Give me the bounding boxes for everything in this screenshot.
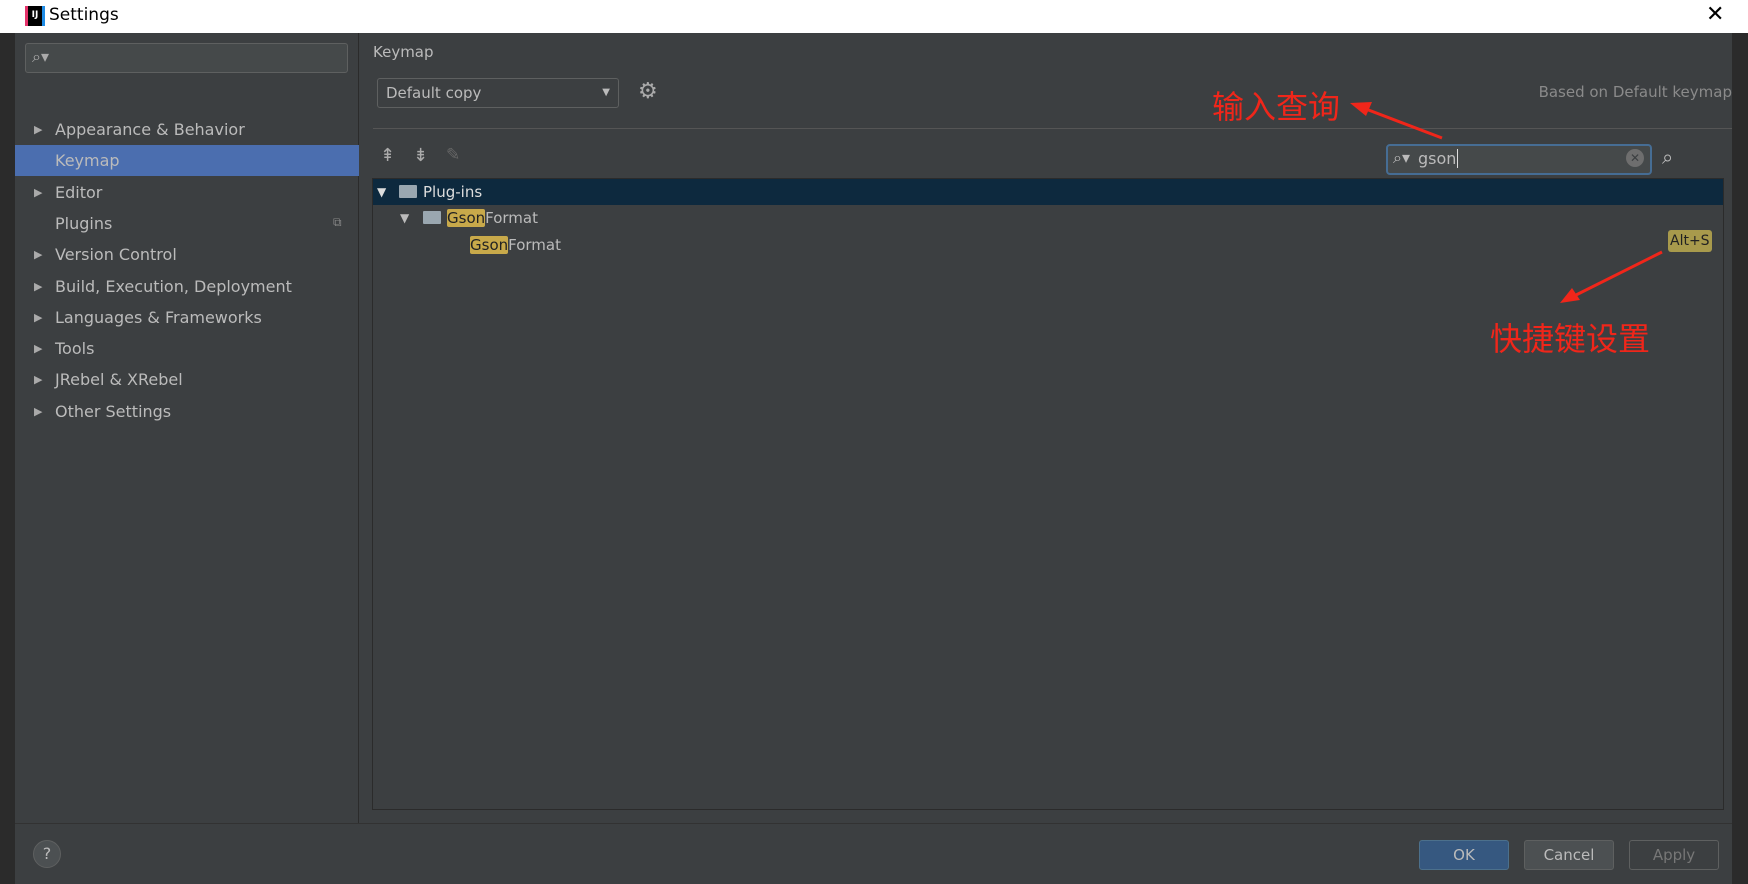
- arrowhead-shortcut: [1560, 288, 1580, 303]
- annotation-arrows: [1350, 102, 1663, 303]
- arrow-shortcut: [1569, 250, 1663, 300]
- arrowhead-search: [1350, 102, 1372, 116]
- arrow-search: [1357, 104, 1443, 140]
